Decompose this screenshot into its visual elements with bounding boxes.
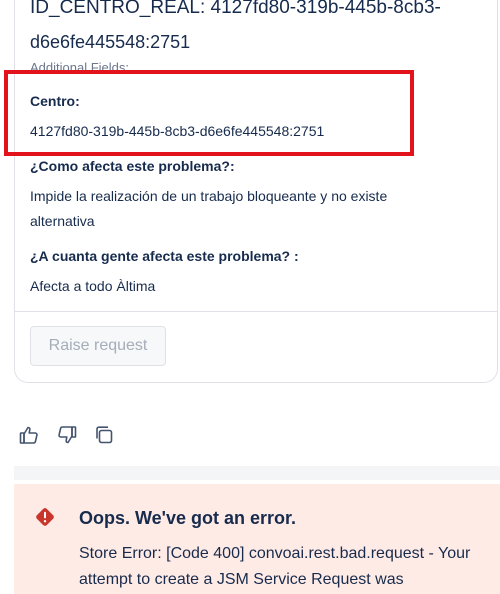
highlight-box: [4, 70, 414, 156]
field-label-impact: ¿Como afecta este problema?:: [30, 158, 235, 174]
field-value-impact-line1: Impide la realización de un trabajo bloq…: [30, 188, 388, 204]
thumbs-up-icon[interactable]: [18, 424, 40, 446]
request-id-line-2: d6e6fe445548:2751: [30, 32, 191, 52]
field-label-people-affected: ¿A cuanta gente afecta este problema? :: [30, 248, 299, 264]
error-panel: Oops. We've got an error. Store Error: […: [14, 484, 500, 594]
raise-request-button[interactable]: Raise request: [30, 326, 166, 366]
field-value-people-affected: Afecta a todo Àltima: [30, 278, 156, 294]
message-separator: [14, 466, 500, 480]
copy-icon[interactable]: [93, 424, 115, 446]
card-divider: [15, 311, 498, 312]
error-title: Oops. We've got an error.: [79, 508, 297, 528]
thumbs-down-icon[interactable]: [56, 424, 78, 446]
error-icon: [34, 506, 56, 528]
request-id-line: ID_CENTRO_REAL: 4127fd80-319b-445b-8cb3-: [30, 0, 441, 18]
error-message: Store Error: [Code 400] convoai.rest.bad…: [79, 545, 471, 588]
field-value-impact-line2: alternativa: [30, 213, 95, 229]
